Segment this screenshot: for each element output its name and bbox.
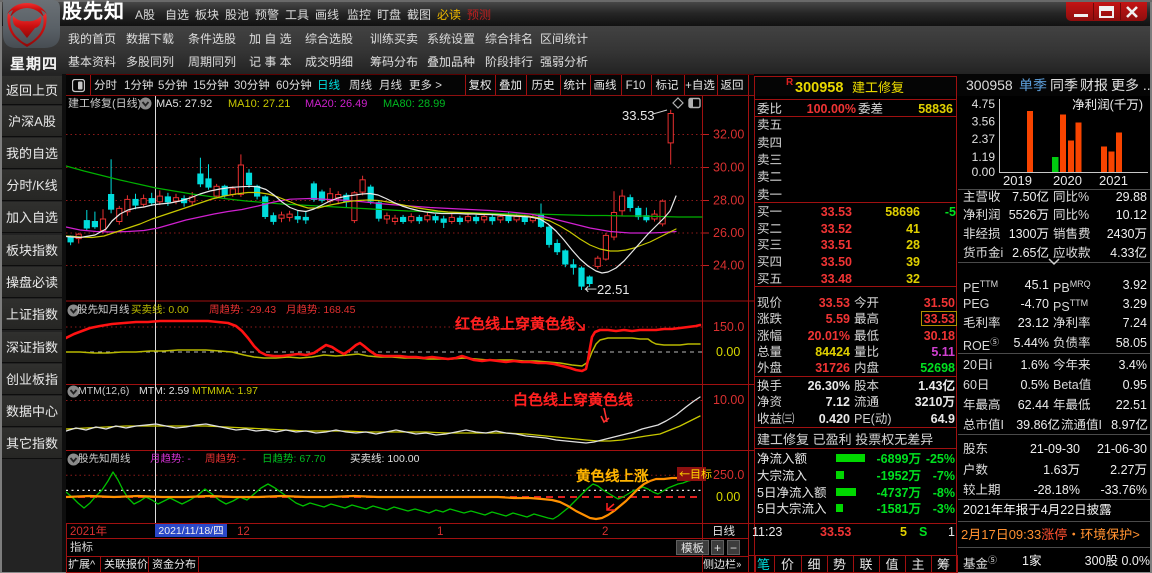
svg-text:0.00: 0.00 [972,163,996,180]
svg-text:10.00: 10.00 [713,389,744,408]
svg-text:3.56: 3.56 [972,113,996,130]
svg-text:4.75: 4.75 [972,96,996,112]
svg-text:150.0: 150.0 [713,316,744,335]
svg-text:30.00: 30.00 [713,157,744,176]
svg-text:2.37: 2.37 [972,130,996,147]
svg-text:33.53: 33.53 [622,105,655,124]
svg-text:←目标: ←目标 [679,466,712,482]
svg-text:0.00: 0.00 [716,486,740,505]
svg-text:32.00: 32.00 [713,124,744,143]
svg-text:26.00: 26.00 [713,222,744,241]
svg-text:净利润(千万): 净利润(千万) [1072,96,1143,113]
svg-text:0.00: 0.00 [716,341,740,360]
svg-text:←22.51: ←22.51 [584,279,630,298]
svg-text:28.00: 28.00 [713,190,744,209]
svg-text:250.0: 250.0 [713,464,744,483]
svg-text:24.00: 24.00 [713,255,744,274]
